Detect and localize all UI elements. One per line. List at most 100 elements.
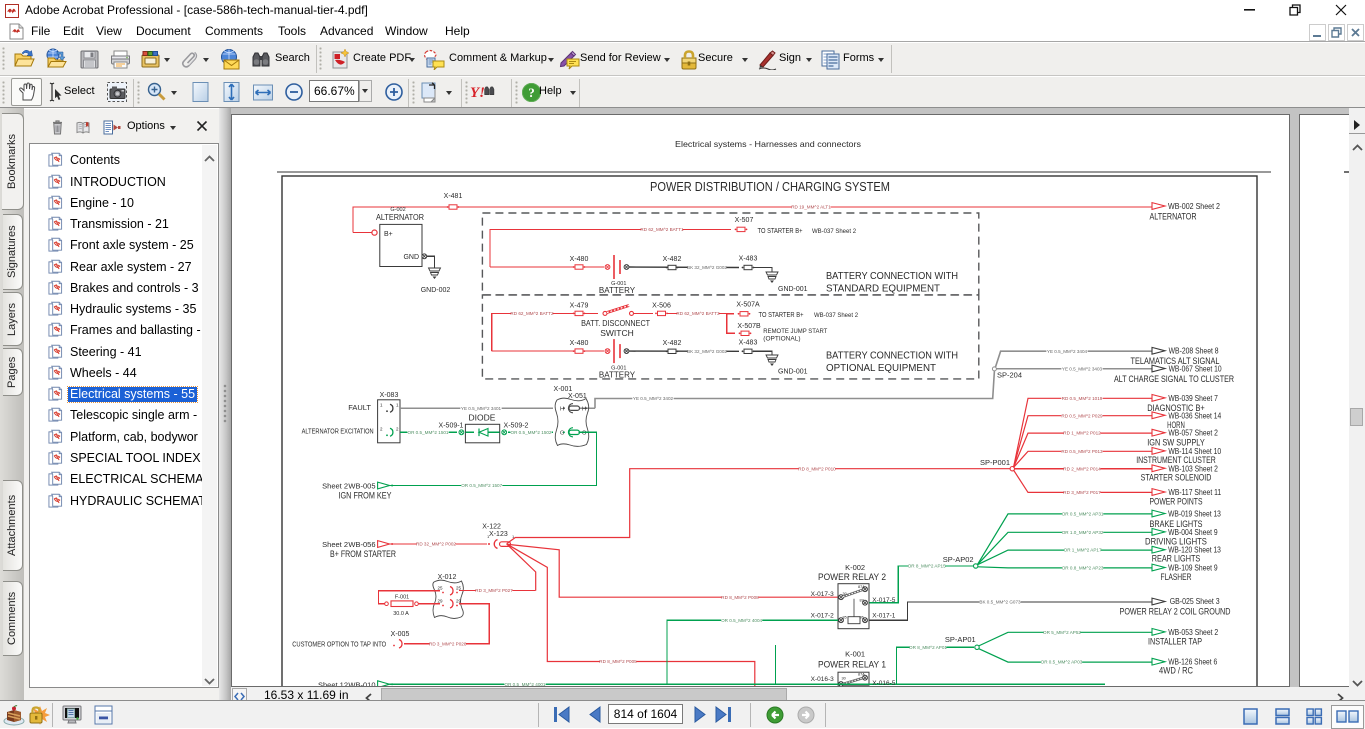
svg-text:STANDARD EQUIPMENT: STANDARD EQUIPMENT	[826, 283, 941, 295]
svg-text:RD 62_MM^2 BATT2: RD 62_MM^2 BATT2	[510, 311, 554, 316]
svg-text:WB-036 Sheet 14: WB-036 Sheet 14	[1168, 410, 1221, 420]
svg-text:30.0 A: 30.0 A	[393, 611, 409, 617]
svg-text:BATTERY: BATTERY	[599, 286, 636, 295]
svg-text:X-483: X-483	[739, 339, 758, 346]
svg-text:GND-002: GND-002	[421, 287, 451, 294]
svg-text:STARTER SOLENOID: STARTER SOLENOID	[1141, 473, 1212, 484]
svg-text:BK 32_MM^2 G002: BK 32_MM^2 G002	[687, 349, 727, 354]
svg-text:X-507A: X-507A	[736, 302, 760, 309]
svg-text:SWITCH: SWITCH	[600, 328, 634, 338]
svg-text:BATTERY CONNECTION WITH: BATTERY CONNECTION WITH	[826, 270, 958, 282]
svg-text:GND: GND	[403, 254, 419, 261]
svg-text:SP-AP01: SP-AP01	[945, 635, 976, 644]
svg-text:BK 0.5_MM^2 G073: BK 0.5_MM^2 G073	[979, 600, 1021, 605]
svg-text:85: 85	[843, 616, 847, 620]
svg-text:X-083: X-083	[380, 392, 399, 399]
svg-text:RD 8_MM^2 P005: RD 8_MM^2 P005	[599, 659, 637, 664]
svg-text:YE 0.5_MM^2 3403: YE 0.5_MM^2 3403	[1062, 367, 1103, 372]
svg-text:B+ FROM STARTER: B+ FROM STARTER	[330, 549, 396, 560]
svg-text:WB-053 Sheet 2: WB-053 Sheet 2	[1168, 627, 1218, 637]
svg-text:WB-056: WB-056	[348, 540, 375, 549]
svg-text:WB-005: WB-005	[348, 481, 375, 490]
svg-text:BATT. DISCONNECT: BATT. DISCONNECT	[581, 318, 650, 328]
svg-text:CUSTOMER OPTION TO TAP INTO: CUSTOMER OPTION TO TAP INTO	[292, 640, 386, 649]
svg-text:POWER RELAY 2 COIL GROUND: POWER RELAY 2 COIL GROUND	[1120, 607, 1231, 618]
svg-text:REMOTE JUMP START: REMOTE JUMP START	[763, 328, 827, 335]
svg-text:WB-057 Sheet 2: WB-057 Sheet 2	[1168, 428, 1218, 438]
svg-text:B+: B+	[384, 231, 393, 238]
svg-text:FLASHER: FLASHER	[1161, 572, 1192, 583]
svg-text:RD 3_MM^2 P028: RD 3_MM^2 P028	[429, 641, 467, 646]
svg-text:X-017-3: X-017-3	[811, 591, 835, 598]
svg-text:X-507B: X-507B	[737, 323, 761, 330]
svg-text:RD 1_MM^2 P012: RD 1_MM^2 P012	[1063, 431, 1101, 436]
svg-text:30: 30	[843, 592, 847, 596]
svg-text:G: G	[560, 431, 564, 437]
svg-text:RD 62_MM^2 BATT3: RD 62_MM^2 BATT3	[676, 311, 720, 316]
svg-text:BATTERY: BATTERY	[599, 371, 636, 380]
svg-text:X-479: X-479	[570, 303, 589, 310]
svg-text:K-002: K-002	[845, 563, 865, 572]
svg-text:GB-025 Sheet 3: GB-025 Sheet 3	[1170, 596, 1220, 606]
svg-text:WB-037 Sheet 2: WB-037 Sheet 2	[814, 313, 859, 319]
svg-text:POWER RELAY 2: POWER RELAY 2	[818, 572, 886, 583]
svg-text:2: 2	[380, 427, 383, 432]
svg-text:Sheet 2: Sheet 2	[322, 540, 348, 549]
svg-text:25: 25	[438, 586, 444, 591]
svg-text:OR 0.5_MM^2 1507: OR 0.5_MM^2 1507	[461, 483, 502, 488]
svg-text:INSTALLER TAP: INSTALLER TAP	[1148, 637, 1202, 648]
svg-text:WB-002 Sheet 2: WB-002 Sheet 2	[1168, 201, 1220, 211]
svg-text:WB-039 Sheet 7: WB-039 Sheet 7	[1168, 393, 1218, 403]
svg-text:X-017-1: X-017-1	[872, 613, 896, 620]
svg-text:POWER RELAY 1: POWER RELAY 1	[818, 660, 886, 671]
svg-text:87A: 87A	[858, 585, 865, 589]
svg-text:SP-P001: SP-P001	[980, 458, 1010, 467]
svg-text:F-001: F-001	[395, 594, 409, 600]
svg-text:WB-004 Sheet 9: WB-004 Sheet 9	[1168, 527, 1218, 537]
svg-text:RD 0.5_MM^2 P029: RD 0.5_MM^2 P029	[1061, 413, 1103, 418]
svg-text:Electrical systems - Harnesses: Electrical systems - Harnesses and conne…	[675, 139, 861, 149]
svg-text:ALTERNATOR EXCITATION: ALTERNATOR EXCITATION	[302, 426, 374, 435]
svg-text:OPTIONAL EQUIPMENT: OPTIONAL EQUIPMENT	[826, 362, 937, 374]
svg-text:OR 0.5_MM^2 AP31: OR 0.5_MM^2 AP31	[1062, 512, 1104, 517]
svg-text:TO STARTER B+: TO STARTER B+	[759, 312, 804, 319]
svg-text:OR 1.0_MM^2 AP32: OR 1.0_MM^2 AP32	[1062, 530, 1104, 535]
svg-text:BATTERY CONNECTION WITH: BATTERY CONNECTION WITH	[826, 350, 958, 362]
svg-text:X-482: X-482	[663, 340, 682, 347]
svg-text:WB-019 Sheet 13: WB-019 Sheet 13	[1168, 509, 1221, 519]
svg-text:RD 32_MM^2 P002: RD 32_MM^2 P002	[416, 542, 456, 547]
svg-text:GND-001: GND-001	[778, 286, 808, 293]
svg-text:RD 0.5_MM^2 P013: RD 0.5_MM^2 P013	[1061, 449, 1103, 454]
svg-text:OR 0.5_MM^2 1501: OR 0.5_MM^2 1501	[408, 430, 449, 435]
svg-text:X-016-5: X-016-5	[872, 680, 896, 686]
svg-text:X-016-3: X-016-3	[811, 676, 835, 683]
svg-text:Sheet 12: Sheet 12	[318, 681, 348, 687]
svg-text:RD 3_MM^2 P027: RD 3_MM^2 P027	[475, 588, 513, 593]
svg-text:G: G	[582, 431, 586, 437]
svg-text:WB-010: WB-010	[348, 681, 375, 687]
svg-text:86: 86	[860, 616, 864, 620]
svg-text:K-001: K-001	[845, 650, 865, 659]
svg-text:YE 0.5_MM^2 3404: YE 0.5_MM^2 3404	[1047, 349, 1088, 354]
svg-text:2: 2	[396, 427, 399, 432]
svg-text:YE 0.5_MM^2 3402: YE 0.5_MM^2 3402	[633, 396, 674, 401]
svg-text:X-123: X-123	[489, 531, 508, 538]
svg-text:4WD / RC: 4WD / RC	[1159, 666, 1193, 677]
svg-text:WB-067 Sheet 10: WB-067 Sheet 10	[1169, 363, 1222, 373]
svg-text:': '	[404, 635, 405, 641]
svg-text:YE 0.5_MM^2 3401: YE 0.5_MM^2 3401	[461, 406, 502, 411]
svg-text:X-051: X-051	[568, 393, 587, 400]
svg-text:RD 19_MM^2 ALT1: RD 19_MM^2 ALT1	[791, 205, 831, 210]
svg-text:OR 0.5_MM^2 1502: OR 0.5_MM^2 1502	[511, 430, 552, 435]
svg-text:OR 0.8_MM^2 AP23: OR 0.8_MM^2 AP23	[1062, 566, 1104, 571]
svg-text:X-122: X-122	[482, 524, 501, 531]
svg-text:OR 1_MM^2 AP17: OR 1_MM^2 AP17	[1064, 548, 1102, 553]
svg-text:RD 0.5_MM^2 1019: RD 0.5_MM^2 1019	[1062, 396, 1103, 401]
svg-text:POWER POINTS: POWER POINTS	[1149, 496, 1202, 507]
svg-text:25: 25	[456, 586, 462, 591]
svg-text:29: 29	[456, 599, 462, 604]
svg-text:ALT CHARGE SIGNAL TO CLUSTER: ALT CHARGE SIGNAL TO CLUSTER	[1114, 374, 1234, 385]
svg-text:RD 8_MM^2 P008: RD 8_MM^2 P008	[721, 595, 759, 600]
svg-text:?: ?	[528, 85, 535, 100]
svg-text:X-481: X-481	[444, 193, 463, 200]
